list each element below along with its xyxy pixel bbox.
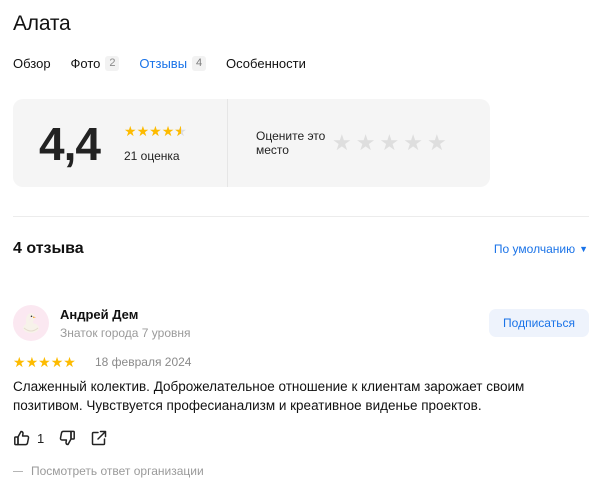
rate-star-1-icon[interactable]: ★: [332, 132, 352, 154]
rate-place-block: Оцените это место ★ ★ ★ ★ ★: [228, 99, 490, 187]
star-icon: ★: [149, 123, 162, 139]
like-button[interactable]: 1: [13, 429, 44, 447]
tab-count-badge: 2: [105, 55, 120, 71]
thumbs-down-icon: [59, 430, 76, 446]
star-icon: ★: [25, 354, 39, 370]
star-icon: ★: [38, 354, 51, 370]
sort-label: По умолчанию: [493, 242, 576, 256]
tab-photo[interactable]: Фото 2: [71, 53, 120, 73]
rate-star-5-icon[interactable]: ★: [427, 132, 447, 154]
org-reply-label: Посмотреть ответ организации: [31, 464, 204, 478]
tab-count-badge: 4: [192, 55, 207, 71]
rate-star-3-icon[interactable]: ★: [379, 132, 399, 154]
tab-label: Обзор: [13, 55, 51, 71]
rate-star-2-icon[interactable]: ★: [356, 132, 376, 154]
tab-bar: Обзор Фото 2 Отзывы 4 Особенности: [13, 53, 326, 73]
tab-label: Особенности: [226, 55, 306, 71]
like-count: 1: [37, 430, 45, 446]
tab-reviews[interactable]: Отзывы 4: [139, 53, 207, 73]
rate-stars: ★ ★ ★ ★ ★: [332, 132, 451, 154]
average-rating-block: 4,4 ★ ★ ★ ★ ★★ 21 оценка: [13, 99, 228, 187]
tab-label: Отзывы: [139, 55, 188, 71]
dash-divider: [13, 470, 23, 472]
rating-summary-card: 4,4 ★ ★ ★ ★ ★★ 21 оценка Оцените это мес…: [13, 99, 490, 187]
reviews-heading: 4 отзыва: [13, 240, 84, 257]
share-button[interactable]: [90, 429, 108, 447]
review-actions: 1: [13, 429, 122, 447]
author-level: Знаток города 7 уровня: [60, 326, 191, 340]
tab-features[interactable]: Особенности: [226, 53, 306, 73]
thumbs-up-icon: [14, 430, 30, 446]
average-stars: ★ ★ ★ ★ ★★: [124, 124, 187, 138]
review-date: 18 февраля 2024: [95, 355, 192, 369]
star-icon: ★: [13, 354, 26, 370]
review-text: Слаженный колектив. Доброжелательное отн…: [13, 379, 525, 413]
chevron-down-icon: ▼: [579, 244, 588, 254]
author-name[interactable]: Андрей Дем: [60, 307, 138, 322]
review-stars: ★ ★ ★ ★ ★: [13, 355, 76, 369]
tab-label: Фото: [70, 55, 101, 71]
goose-avatar-icon: [23, 313, 39, 333]
star-icon: ★: [50, 354, 64, 370]
star-icon: ★: [63, 354, 76, 370]
rate-prompt: Оцените это место: [256, 129, 326, 157]
place-title: Алата: [13, 12, 71, 35]
section-divider: [13, 216, 589, 217]
star-icon: ★: [136, 123, 150, 139]
average-score: 4,4: [39, 118, 101, 170]
star-icon: ★: [124, 123, 137, 139]
avatar[interactable]: [13, 305, 49, 341]
subscribe-button[interactable]: Подписаться: [489, 309, 589, 337]
share-icon: [91, 430, 107, 446]
rate-star-4-icon[interactable]: ★: [403, 132, 423, 154]
star-icon: ★: [161, 123, 175, 139]
sort-dropdown[interactable]: По умолчанию ▼: [494, 242, 588, 256]
half-star-icon: ★★: [174, 123, 187, 139]
tab-overview[interactable]: Обзор: [13, 53, 51, 73]
dislike-button[interactable]: [58, 429, 76, 447]
rating-count: 21 оценка: [124, 149, 180, 163]
org-reply-link[interactable]: Посмотреть ответ организации: [13, 464, 204, 478]
